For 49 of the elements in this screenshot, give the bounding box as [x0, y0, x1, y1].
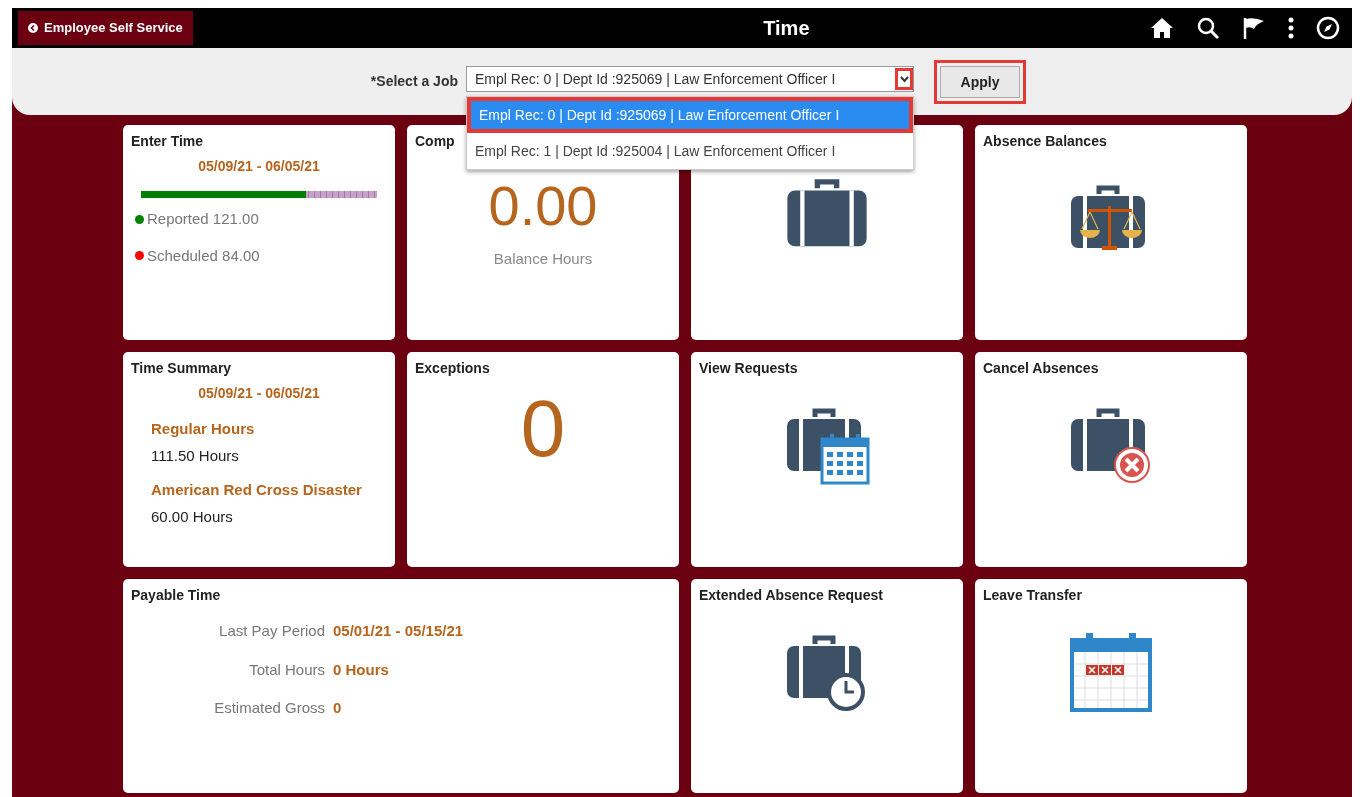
payable-value: 0 Hours — [333, 659, 390, 680]
period-text: 05/09/21 - 06/05/21 — [197, 384, 321, 403]
tile-title: Comp — [415, 132, 455, 151]
home-icon[interactable] — [1150, 17, 1174, 39]
more-icon[interactable] — [1288, 17, 1294, 39]
caret-icon — [899, 75, 909, 83]
apply-button[interactable]: Apply — [940, 66, 1020, 98]
tile-title: Time Summary — [131, 359, 232, 378]
number-value: 0 — [520, 389, 566, 469]
chevron-left-icon — [28, 23, 38, 33]
period-text: 05/09/21 - 06/05/21 — [197, 157, 321, 176]
tile-title: Absence Balances — [983, 132, 1107, 151]
flag-icon[interactable] — [1242, 16, 1266, 40]
dropdown-button[interactable] — [895, 68, 913, 90]
job-label: *Select a Job — [369, 72, 458, 91]
payable-label: Estimated Gross — [213, 698, 325, 718]
summary-value: 111.50 Hours — [151, 445, 240, 466]
summary-value: 60.00 Hours — [151, 506, 234, 527]
tile[interactable]: Leave Transfer — [975, 579, 1247, 793]
tile-title: Exceptions — [415, 359, 490, 378]
tile-title: Extended Absence Request — [699, 586, 883, 605]
payable-value: 05/01/21 - 05/15/21 — [333, 621, 464, 641]
number-value: 0.00 — [488, 178, 598, 234]
tile-title: Payable Time — [131, 586, 221, 605]
page-title: Time — [762, 16, 811, 41]
tile-title: Enter Time — [131, 132, 204, 151]
tile[interactable]: Enter Time 05/09/21 - 06/05/21 Reported 121.00 Scheduled 84.00 — [123, 125, 395, 340]
caption-text: Balance Hours — [493, 249, 593, 269]
tile-title: View Requests — [699, 359, 798, 378]
job-select[interactable]: Empl Rec: 0 | Dept Id :925069 | Law Enforcement Officer I — [466, 66, 914, 92]
tile-title: Leave Transfer — [983, 586, 1082, 605]
search-icon[interactable] — [1196, 16, 1220, 40]
tile[interactable]: Payable Time Last Pay Period 05/01/21 - 05/15/21 Total Hours 0 Hours Estimated Gross 0 — [123, 579, 679, 793]
tile[interactable]: Exceptions 0 — [407, 352, 679, 567]
compass-icon[interactable] — [1316, 16, 1340, 40]
tile[interactable]: Extended Absence Request — [691, 579, 963, 793]
summary-label: Regular Hours — [151, 419, 256, 439]
tile-title: Cancel Absences — [983, 359, 1099, 378]
legend-label: Scheduled 84.00 — [147, 245, 260, 266]
payable-label: Last Pay Period — [218, 621, 325, 641]
payable-label: Total Hours — [248, 659, 325, 680]
tile[interactable]: Time Summary 05/09/21 - 06/05/21 Regular Hours 111.50 Hours American Red Cross Disaster 60.00 Hours — [123, 352, 395, 567]
summary-label: American Red Cross Disaster — [151, 480, 363, 500]
tile[interactable]: View Requests — [691, 352, 963, 567]
tile[interactable]: Absence Balances — [975, 125, 1247, 340]
tile[interactable]: Cancel Absences — [975, 352, 1247, 567]
payable-value: 0 — [333, 698, 343, 718]
back-button[interactable]: Employee Self Service — [18, 11, 193, 45]
legend-label: Reported 121.00 — [147, 209, 259, 229]
